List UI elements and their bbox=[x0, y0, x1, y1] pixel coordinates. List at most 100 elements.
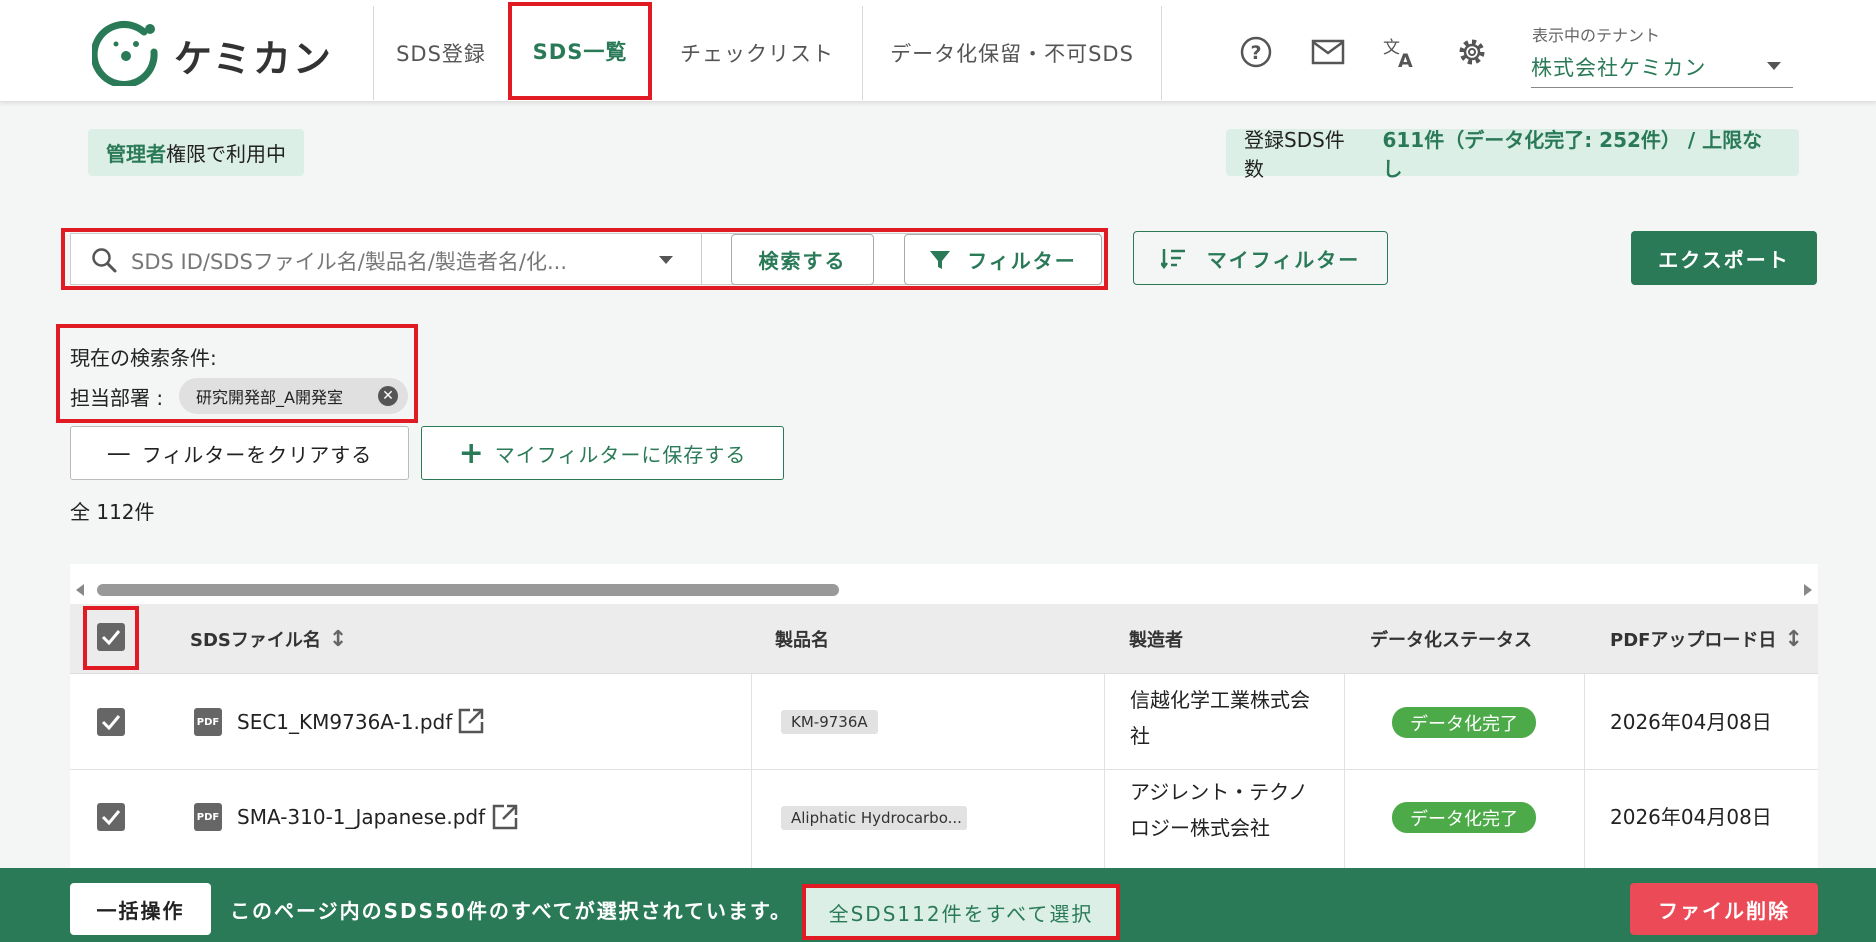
filter-icon bbox=[930, 250, 951, 269]
tenant-value: 株式会社ケミカン bbox=[1531, 56, 1707, 80]
dept-chip-label: 研究開発部_A開発室 bbox=[196, 388, 343, 407]
svg-text:A: A bbox=[1398, 50, 1413, 69]
filter-button-label: フィルター bbox=[967, 249, 1077, 273]
col-divider bbox=[1104, 674, 1105, 770]
check-icon bbox=[101, 810, 121, 825]
tenant-select[interactable]: 株式会社ケミカン bbox=[1531, 48, 1793, 88]
col-divider bbox=[1104, 770, 1105, 868]
external-link-icon[interactable] bbox=[456, 706, 486, 736]
bulk-action-button[interactable]: 一括操作 bbox=[70, 883, 211, 935]
select-all-sds-label: 全SDS112件をすべて選択 bbox=[828, 901, 1094, 926]
col-label: データ化ステータス bbox=[1370, 630, 1532, 651]
upload-date: 2026年04月08日 bbox=[1610, 805, 1772, 829]
minus-icon: — bbox=[106, 439, 132, 467]
horizontal-scrollbar[interactable] bbox=[70, 564, 1818, 604]
help-icon[interactable]: ? bbox=[1236, 32, 1276, 72]
kemikan-logo-icon bbox=[90, 18, 160, 88]
check-icon bbox=[101, 630, 121, 645]
export-label: エクスポート bbox=[1658, 247, 1790, 272]
search-button[interactable]: 検索する bbox=[731, 234, 874, 285]
maker-name-line1: アジレント・テクノ bbox=[1130, 780, 1308, 804]
translate-icon[interactable]: 文A bbox=[1380, 32, 1420, 72]
col-header-filename[interactable]: SDSファイル名 ↕ bbox=[190, 604, 347, 674]
chip-remove-icon[interactable]: ✕ bbox=[378, 386, 398, 406]
list-filter-icon bbox=[1160, 249, 1185, 269]
filter-button[interactable]: フィルター bbox=[904, 234, 1102, 285]
table-row[interactable]: PDF SMA-310-1_Japanese.pdf Aliphatic Hyd… bbox=[70, 770, 1818, 868]
logo-text: ケミカン bbox=[174, 37, 333, 81]
mail-icon[interactable] bbox=[1308, 32, 1348, 72]
col-header-upload-date[interactable]: PDFアップロード日 ↕ bbox=[1610, 604, 1803, 674]
app-header: ケミカン SDS登録 SDS一覧 チェックリスト データ化保留・不可SDS ? … bbox=[0, 0, 1876, 102]
search-icon bbox=[91, 247, 117, 273]
save-my-filter-label: マイフィルターに保存する bbox=[494, 442, 747, 467]
select-all-sds-button[interactable]: 全SDS112件をすべて選択 bbox=[802, 884, 1120, 940]
tab-sds-list[interactable]: SDS一覧 bbox=[508, 2, 652, 100]
search-box[interactable]: SDS ID/SDSファイル名/製品名/製造者名/化... bbox=[70, 233, 702, 285]
file-name-link[interactable]: SMA-310-1_Japanese.pdf bbox=[237, 799, 485, 835]
scroll-right-icon[interactable] bbox=[1804, 584, 1812, 596]
my-filter-label: マイフィルター bbox=[1206, 247, 1361, 272]
pdf-icon: PDF bbox=[194, 803, 222, 831]
sds-count-badge: 登録SDS件数 611件（データ化完了: 252件） / 上限なし bbox=[1226, 128, 1799, 181]
col-header-product: 製品名 bbox=[775, 604, 829, 674]
delete-files-button[interactable]: ファイル削除 bbox=[1630, 883, 1818, 935]
col-divider bbox=[751, 770, 752, 868]
col-divider bbox=[1344, 770, 1345, 868]
tab-label: SDS一覧 bbox=[532, 40, 628, 64]
table-header: SDSファイル名 ↕ 製品名 製造者 データ化ステータス PDFアップロード日 ↕ bbox=[70, 604, 1818, 674]
scrollbar-thumb[interactable] bbox=[97, 584, 839, 596]
tab-label: SDS登録 bbox=[396, 42, 486, 66]
maker-name-line2: ロジー株式会社 bbox=[1130, 816, 1270, 840]
col-label: 製品名 bbox=[775, 630, 829, 651]
export-button[interactable]: エクスポート bbox=[1631, 231, 1817, 285]
file-name-link[interactable]: SEC1_KM9736A-1.pdf bbox=[237, 704, 452, 740]
clear-filter-button[interactable]: — フィルターをクリアする bbox=[70, 426, 409, 480]
upload-date: 2026年04月08日 bbox=[1610, 710, 1772, 734]
my-filter-button[interactable]: マイフィルター bbox=[1133, 231, 1388, 285]
tab-pending-sds[interactable]: データ化保留・不可SDS bbox=[862, 6, 1162, 100]
tab-sds-register[interactable]: SDS登録 bbox=[373, 6, 508, 100]
search-input[interactable]: SDS ID/SDSファイル名/製品名/製造者名/化... bbox=[131, 246, 567, 276]
gear-icon[interactable] bbox=[1452, 32, 1492, 72]
sort-icon[interactable]: ↕ bbox=[329, 627, 347, 652]
col-header-status: データ化ステータス bbox=[1370, 604, 1532, 674]
count-value: 611件（データ化完了: 252件） / 上限なし bbox=[1382, 127, 1763, 181]
maker-name-line2: 社 bbox=[1130, 724, 1150, 748]
sort-icon[interactable]: ↕ bbox=[1784, 627, 1802, 652]
select-all-checkbox[interactable] bbox=[97, 623, 125, 651]
pdf-icon: PDF bbox=[194, 708, 222, 736]
status-badge: データ化完了 bbox=[1392, 802, 1536, 833]
external-link-icon[interactable] bbox=[490, 802, 520, 832]
tenant-label: 表示中のテナント bbox=[1532, 26, 1661, 45]
plus-icon: + bbox=[458, 435, 485, 471]
admin-suffix: 権限で利用中 bbox=[166, 142, 286, 166]
col-divider bbox=[751, 674, 752, 770]
tab-label: チェックリスト bbox=[680, 42, 834, 66]
scroll-left-icon[interactable] bbox=[76, 584, 84, 596]
check-icon bbox=[101, 715, 121, 730]
count-label: 登録SDS件数 bbox=[1244, 127, 1345, 181]
tab-label: データ化保留・不可SDS bbox=[890, 42, 1134, 66]
col-label: SDSファイル名 bbox=[190, 630, 321, 651]
tab-checklist[interactable]: チェックリスト bbox=[652, 6, 862, 100]
product-tag: KM-9736A bbox=[781, 710, 878, 734]
table-row[interactable]: PDF SEC1_KM9736A-1.pdf KM-9736A 信越化学工業株式… bbox=[70, 674, 1818, 770]
col-header-maker: 製造者 bbox=[1129, 604, 1183, 674]
total-count: 全 112件 bbox=[70, 500, 155, 524]
col-divider bbox=[1584, 770, 1585, 868]
product-tag: Aliphatic Hydrocarbo... bbox=[781, 806, 967, 830]
admin-role: 管理者 bbox=[106, 142, 166, 166]
dept-chip: 研究開発部_A開発室 ✕ bbox=[179, 378, 408, 414]
chevron-down-icon[interactable] bbox=[659, 256, 673, 264]
row-checkbox[interactable] bbox=[97, 803, 125, 831]
save-my-filter-button[interactable]: + マイフィルターに保存する bbox=[421, 426, 784, 480]
row-checkbox[interactable] bbox=[97, 708, 125, 736]
svg-text:?: ? bbox=[1250, 42, 1261, 64]
col-label: 製造者 bbox=[1129, 630, 1183, 651]
search-button-label: 検索する bbox=[758, 249, 847, 273]
conditions-title: 現在の検索条件: bbox=[70, 346, 217, 370]
col-divider bbox=[1344, 674, 1345, 770]
col-divider bbox=[1584, 674, 1585, 770]
chevron-down-icon bbox=[1767, 62, 1781, 70]
